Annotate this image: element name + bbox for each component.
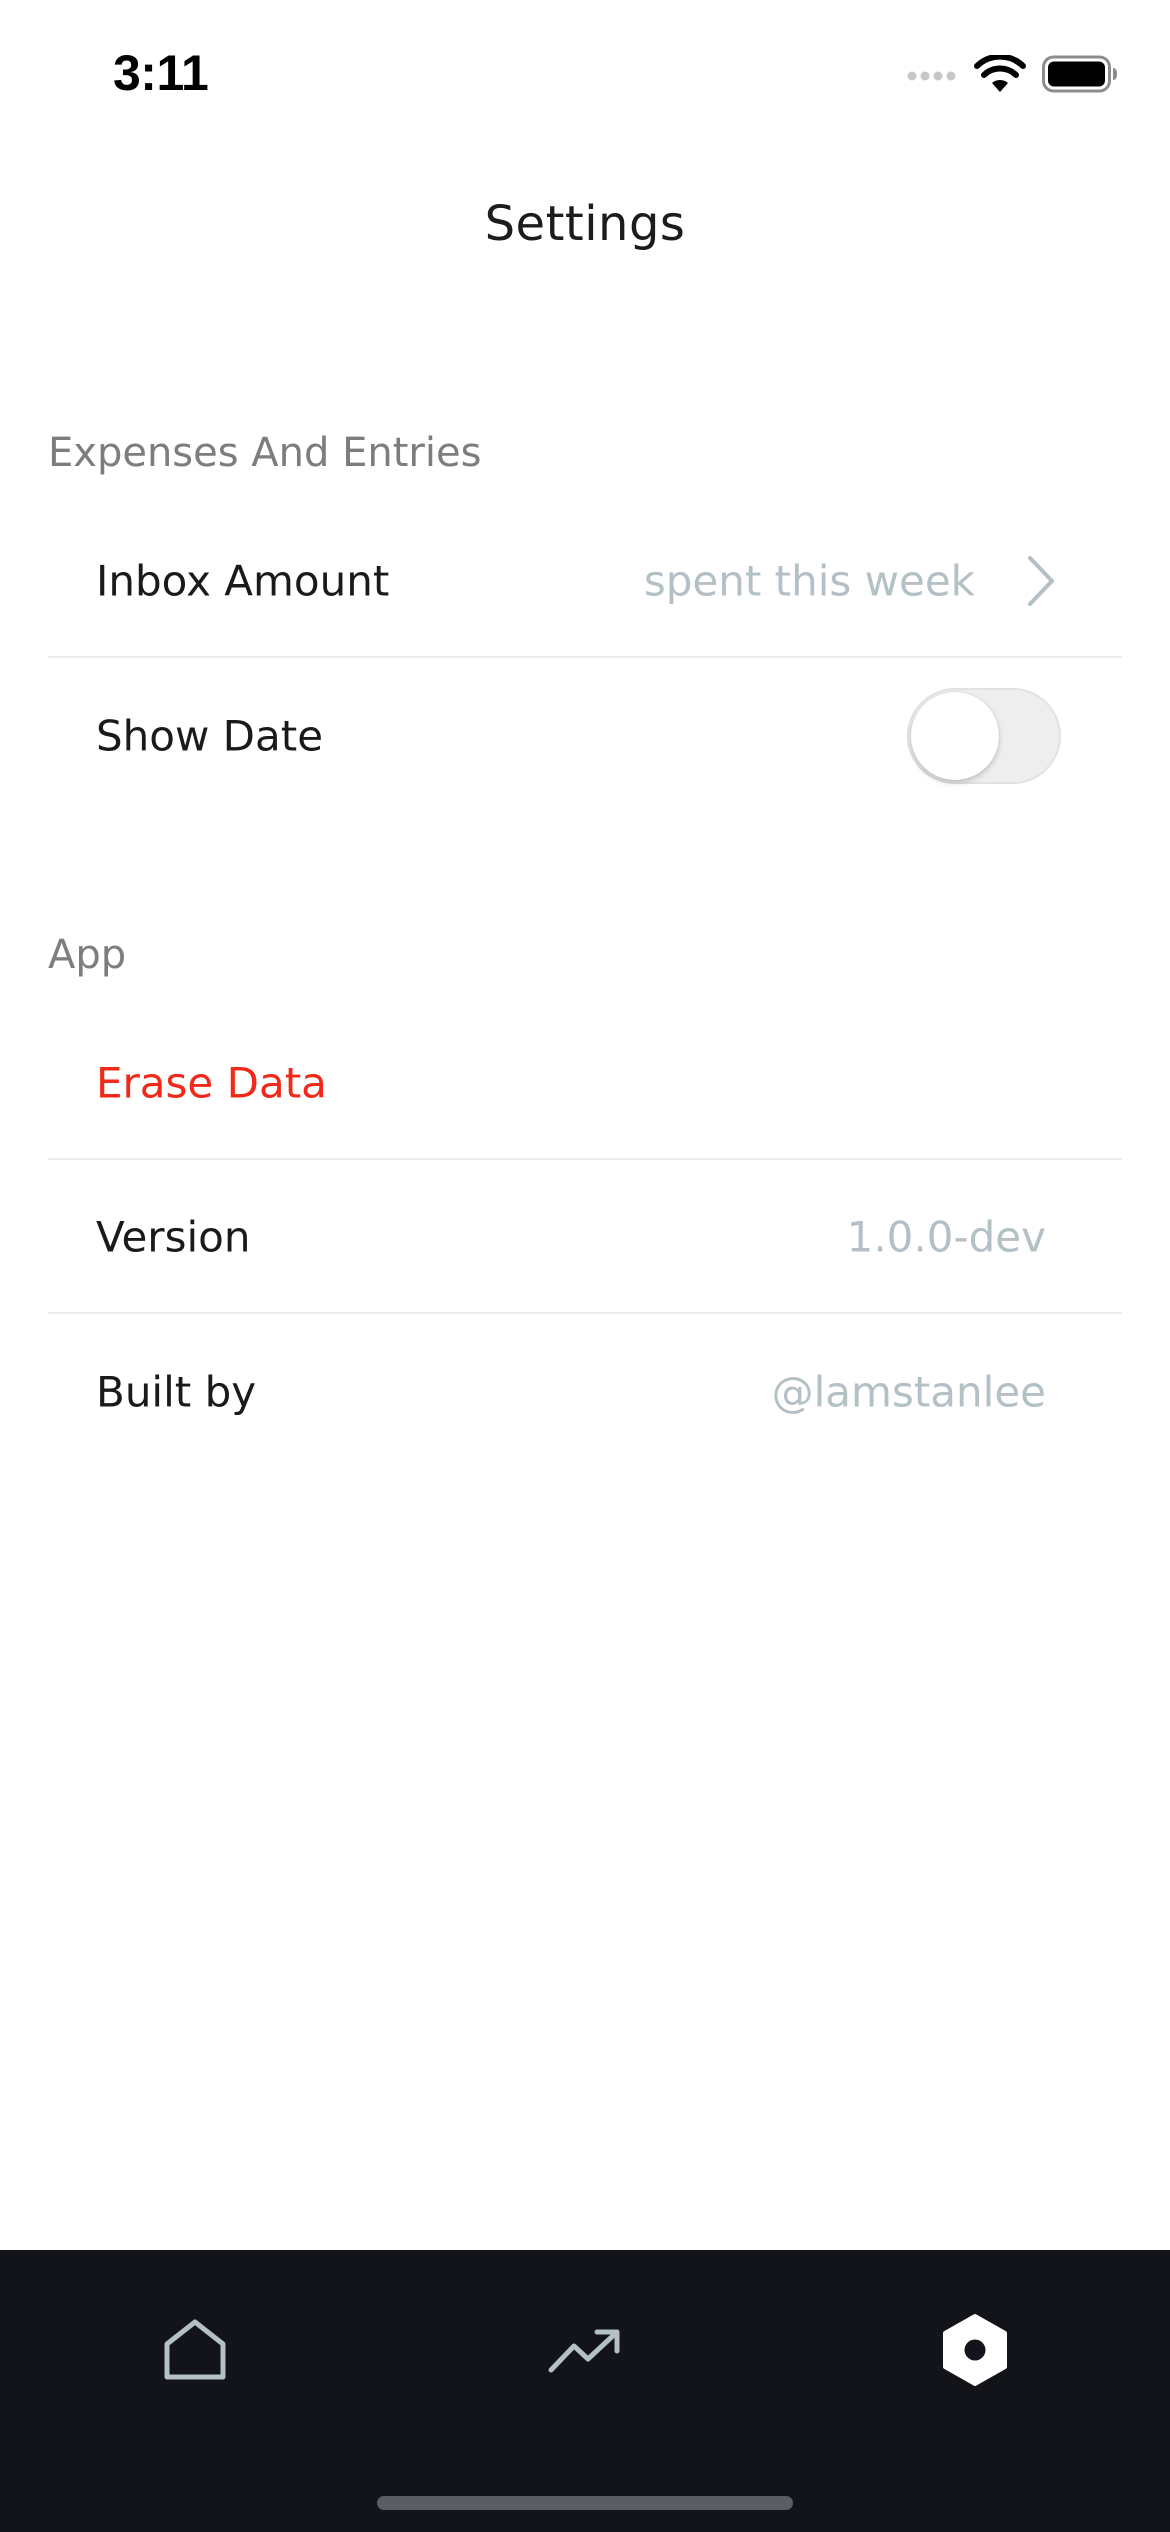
erase-data-button[interactable]: Erase Data: [96, 1059, 327, 1108]
wifi-icon: [974, 55, 1026, 92]
home-icon: [164, 2319, 226, 2380]
tab-home[interactable]: [135, 2290, 255, 2410]
settings-hex-icon: [943, 2314, 1007, 2386]
version-value: 1.0.0-dev: [846, 1212, 1046, 1262]
cellular-signal-icon: [907, 71, 956, 81]
tab-settings[interactable]: [915, 2290, 1035, 2410]
built-by-label: Built by: [96, 1367, 257, 1417]
inbox-amount-value: spent this week: [643, 556, 975, 606]
version-label: Version: [96, 1212, 251, 1262]
version-row: Version 1.0.0-dev: [48, 1162, 1122, 1314]
status-bar: 3:11: [0, 0, 1170, 150]
chevron-right-icon: [1028, 556, 1054, 606]
trending-up-icon: [548, 2329, 620, 2373]
home-indicator: [377, 2496, 793, 2510]
tab-trends[interactable]: [525, 2290, 645, 2410]
inbox-amount-label: Inbox Amount: [96, 556, 390, 606]
show-date-row: Show Date: [48, 660, 1122, 812]
built-by-link[interactable]: @lamstanlee: [772, 1368, 1046, 1417]
status-time: 3:11: [113, 45, 209, 101]
inbox-amount-row[interactable]: Inbox Amount spent this week: [48, 506, 1122, 658]
show-date-label: Show Date: [96, 711, 324, 761]
battery-icon: [1042, 55, 1117, 93]
tab-bar: [0, 2250, 1170, 2532]
status-icons: [906, 52, 1118, 96]
section-header-expenses: Expenses And Entries: [48, 430, 482, 476]
show-date-toggle[interactable]: [907, 688, 1061, 784]
erase-data-row[interactable]: Erase Data: [48, 1008, 1122, 1160]
built-by-row[interactable]: Built by @lamstanlee: [48, 1316, 1122, 1468]
section-header-app: App: [48, 932, 127, 978]
page-title: Settings: [484, 196, 686, 252]
toggle-knob: [911, 692, 999, 780]
